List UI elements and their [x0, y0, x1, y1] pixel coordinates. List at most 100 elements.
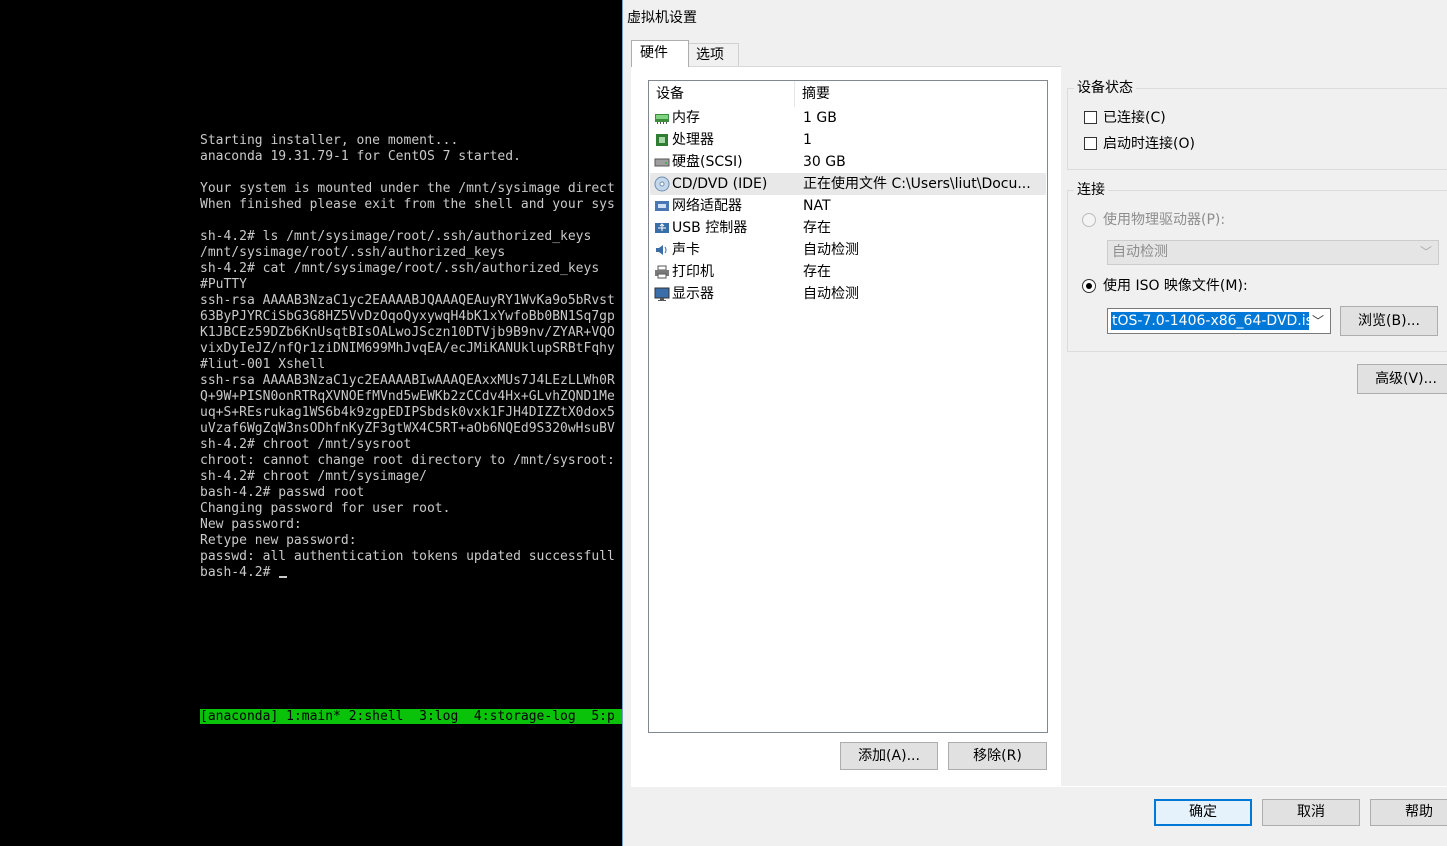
terminal-line: #liut-001 Xshell [200, 357, 326, 372]
tmux-status-bar: [anaconda] 1:main* 2:shell 3:log 4:stora… [200, 709, 622, 724]
terminal-window[interactable]: Starting installer, one moment... anacond… [0, 0, 622, 846]
terminal-line: uVzaf6WgZqW3nsODhfnKyZF3gtWX4C5RT+aOb6NQ… [200, 421, 615, 436]
device-summary: NAT [803, 198, 831, 214]
terminal-line: K1JBCEz59DZb6KnUsqtBIsOALwoJSczn10DTVjb9… [200, 325, 615, 340]
hard-disk-icon [654, 158, 670, 167]
physical-drive-label[interactable]: 使用物理驱动器(P): [1103, 211, 1225, 229]
device-list[interactable]: 设备 摘要 内存 1 GB 处理器 1 硬盘(SCSI) 30 GB CD/DV… [648, 80, 1048, 733]
terminal-line: vixDyIeJZ/nfQr1ziDNIM699MhJvqEA/ecJMiKAN… [200, 341, 615, 356]
column-header-summary[interactable]: 摘要 [795, 81, 1047, 107]
remove-device-button[interactable]: 移除(R) [948, 742, 1047, 770]
terminal-line: When finished please exit from the shell… [200, 197, 615, 212]
device-name: 内存 [672, 110, 700, 126]
device-summary: 自动检测 [803, 286, 859, 302]
device-name: 处理器 [672, 132, 714, 148]
device-row-cd-dvd[interactable]: CD/DVD (IDE) 正在使用文件 C:\Users\liut\Docu..… [650, 173, 1046, 195]
browse-button[interactable]: 浏览(B)... [1340, 306, 1438, 336]
iso-image-label[interactable]: 使用 ISO 映像文件(M): [1103, 277, 1248, 295]
settings-pane [1061, 66, 1447, 786]
connected-checkbox[interactable] [1084, 111, 1097, 124]
radio-selected-dot [1086, 283, 1092, 289]
terminal-line: #PuTTY [200, 277, 247, 292]
terminal-line: sh-4.2# cat /mnt/sysimage/root/.ssh/auth… [200, 261, 600, 276]
physical-drive-radio[interactable] [1082, 213, 1096, 227]
physical-drive-value: 自动检测 [1112, 244, 1168, 260]
terminal-line: Q+9W+PISN0onRTRqXVNOEfMVnd5wEWKb2zCCdv4H… [200, 389, 615, 404]
connected-label[interactable]: 已连接(C) [1103, 109, 1166, 127]
memory-icon [655, 114, 669, 124]
terminal-prompt-line[interactable]: bash-4.2# [200, 565, 615, 581]
ok-button[interactable]: 确定 [1154, 799, 1252, 826]
vm-settings-dialog: 虚拟机设置 硬件 选项 设备 摘要 内存 1 GB 处理器 1 硬盘(SCSI)… [622, 0, 1447, 846]
tab-options[interactable]: 选项 [687, 43, 739, 66]
cancel-button[interactable]: 取消 [1262, 799, 1360, 826]
network-adapter-icon [655, 201, 669, 211]
device-summary: 存在 [803, 264, 831, 280]
sound-card-icon [656, 245, 667, 255]
device-name: 显示器 [672, 286, 714, 302]
terminal-line: Retype new password: [200, 533, 357, 548]
terminal-prompt: bash-4.2# [200, 565, 279, 580]
column-header-device[interactable]: 设备 [649, 81, 795, 107]
physical-drive-select[interactable]: 自动检测 ﹀ [1107, 240, 1439, 265]
device-summary: 30 GB [803, 154, 846, 170]
device-row-display[interactable]: 显示器 自动检测 [650, 283, 1046, 305]
connect-at-power-on-checkbox[interactable] [1084, 137, 1097, 150]
device-name: USB 控制器 [672, 220, 748, 236]
terminal-line: Your system is mounted under the /mnt/sy… [200, 181, 615, 196]
device-row-usb-controller[interactable]: USB 控制器 存在 [650, 217, 1046, 239]
printer-icon [655, 265, 669, 279]
device-row-hard-disk[interactable]: 硬盘(SCSI) 30 GB [650, 151, 1046, 173]
terminal-output: Starting installer, one moment... anacond… [200, 133, 615, 581]
device-row-sound-card[interactable]: 声卡 自动检测 [650, 239, 1046, 261]
terminal-line: passwd: all authentication tokens update… [200, 549, 615, 564]
connection-title: 连接 [1074, 181, 1108, 199]
terminal-line: sh-4.2# chroot /mnt/sysroot [200, 437, 412, 452]
device-name: 打印机 [672, 264, 714, 280]
terminal-line: uq+S+REsrukag1WS6b4k9zgpEDIPSbdsk0vxk1FJ… [200, 405, 615, 420]
device-name: CD/DVD (IDE) [672, 176, 768, 192]
device-name: 网络适配器 [672, 198, 742, 214]
terminal-cursor [279, 576, 288, 578]
device-summary: 1 GB [803, 110, 837, 126]
chevron-down-icon: ﹀ [1419, 245, 1432, 259]
device-status-title: 设备状态 [1074, 79, 1136, 97]
device-row-processor[interactable]: 处理器 1 [650, 129, 1046, 151]
terminal-line: Changing password for user root. [200, 501, 451, 516]
help-button[interactable]: 帮助 [1370, 799, 1447, 826]
device-row-memory[interactable]: 内存 1 GB [650, 107, 1046, 129]
terminal-line: /mnt/sysimage/root/.ssh/authorized_keys [200, 245, 506, 260]
device-name: 硬盘(SCSI) [672, 154, 743, 170]
terminal-line: 63ByPJYRCiSbG3G8HZ5VvDzOqoQyxywqH4bK1xYw… [200, 309, 615, 324]
device-summary: 正在使用文件 C:\Users\liut\Docu... [803, 176, 1031, 192]
iso-path-combobox[interactable]: tOS-7.0-1406-x86_64-DVD.iso ﹀ [1107, 308, 1331, 334]
connect-at-power-on-label[interactable]: 启动时连接(O) [1103, 135, 1195, 153]
terminal-line: New password: [200, 517, 302, 532]
terminal-line: sh-4.2# chroot /mnt/sysimage/ [200, 469, 427, 484]
terminal-line: ssh-rsa AAAAB3NzaC1yc2EAAAABJQAAAQEAuyRY… [200, 293, 615, 308]
advanced-button[interactable]: 高级(V)... [1357, 364, 1447, 394]
terminal-line: sh-4.2# ls /mnt/sysimage/root/.ssh/autho… [200, 229, 592, 244]
terminal-line: bash-4.2# passwd root [200, 485, 365, 500]
terminal-line: ssh-rsa AAAAB3NzaC1yc2EAAAABIwAAAQEAxxMU… [200, 373, 615, 388]
terminal-line: chroot: cannot change root directory to … [200, 453, 615, 468]
device-name: 声卡 [672, 242, 700, 258]
terminal-line: Starting installer, one moment... [200, 133, 459, 148]
iso-image-radio[interactable] [1082, 279, 1096, 293]
dialog-title: 虚拟机设置 [627, 10, 697, 26]
chevron-down-icon[interactable]: ﹀ [1312, 312, 1324, 329]
processor-icon [656, 134, 668, 146]
device-list-header: 设备 摘要 [649, 81, 1047, 107]
device-row-printer[interactable]: 打印机 存在 [650, 261, 1046, 283]
device-summary: 1 [803, 132, 812, 148]
iso-path-value: tOS-7.0-1406-x86_64-DVD.iso [1111, 312, 1309, 330]
add-device-button[interactable]: 添加(A)... [840, 742, 938, 770]
usb-controller-icon [655, 223, 669, 233]
device-status-group: 设备状态 已连接(C) 启动时连接(O) [1067, 79, 1447, 170]
tab-hardware[interactable]: 硬件 [631, 40, 689, 67]
device-row-network-adapter[interactable]: 网络适配器 NAT [650, 195, 1046, 217]
device-summary: 存在 [803, 220, 831, 236]
terminal-line: anaconda 19.31.79-1 for CentOS 7 started… [200, 149, 521, 164]
